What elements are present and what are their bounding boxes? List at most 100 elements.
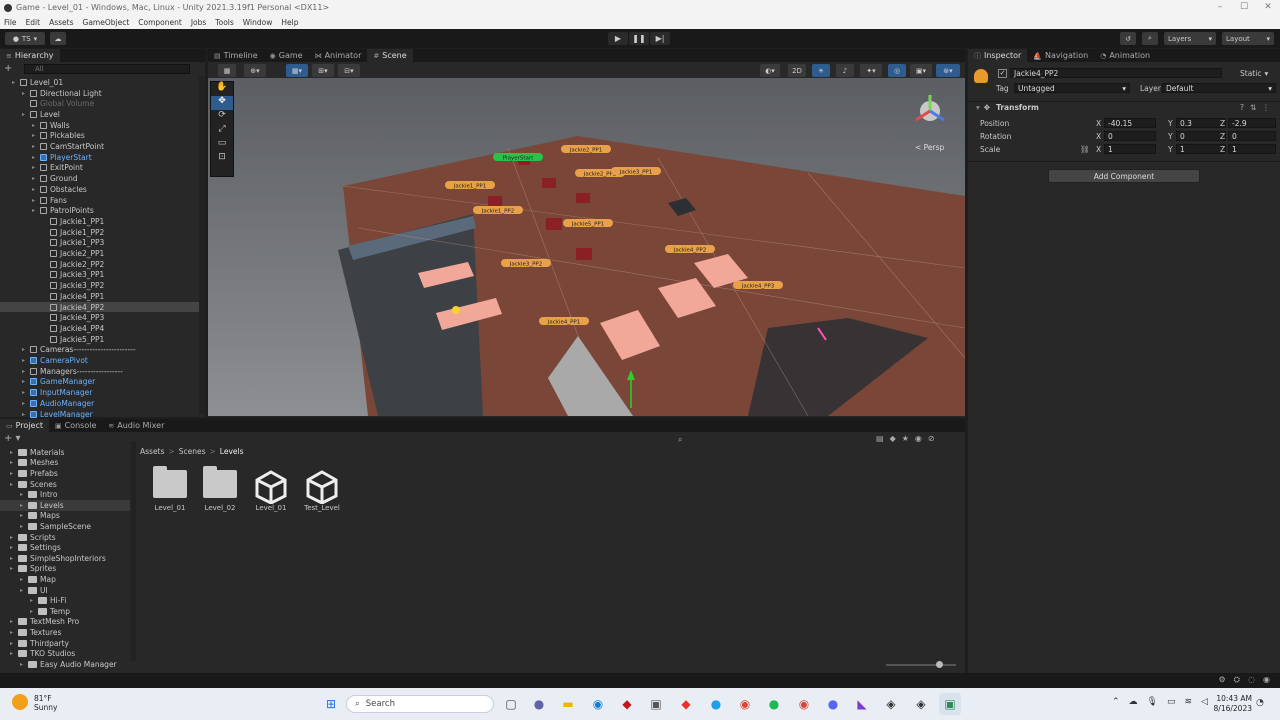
expand-arrow-icon[interactable]: ▸ <box>20 512 28 519</box>
hierarchy-item[interactable]: ▸ AudioManager <box>22 398 94 409</box>
weather-widget[interactable]: 81°F Sunny <box>34 694 57 712</box>
project-folder-item[interactable]: ▸ TextMesh Pro <box>10 617 79 628</box>
asset-level01-scene[interactable]: Level_01 <box>246 470 296 512</box>
asset-level01-folder[interactable]: Level_01 <box>145 466 195 512</box>
hierarchy-item[interactable]: ▸ Managers----------------- <box>22 366 123 377</box>
camera-icon[interactable]: ▣▾ <box>910 64 932 77</box>
expand-arrow-icon[interactable]: ▸ <box>10 629 18 636</box>
notification-icon[interactable]: ◉ <box>1263 675 1270 685</box>
expand-arrow-icon[interactable]: ▸ <box>22 346 30 353</box>
expand-arrow-icon[interactable]: ▸ <box>10 534 18 541</box>
project-folder-item[interactable]: ▸ Sprites <box>10 564 56 575</box>
layer-dropdown[interactable]: Default ▾ <box>1162 83 1276 93</box>
draw-mode-icon[interactable]: ◐▾ <box>760 64 780 77</box>
project-folder-item[interactable]: ▸ Prefabs <box>10 468 58 479</box>
hierarchy-item[interactable]: ▸ Pickables <box>32 131 85 142</box>
hierarchy-scrollbar[interactable] <box>199 76 205 414</box>
account-button[interactable]: ● TS ▾ <box>5 32 45 45</box>
project-folder-item[interactable]: ▸ Intro <box>20 489 57 500</box>
expand-arrow-icon[interactable]: ▸ <box>10 470 18 477</box>
hierarchy-item[interactable]: Jackie1_PP1 <box>42 216 104 227</box>
unity-icon[interactable]: ◈ <box>910 693 932 715</box>
scene-label[interactable]: Jackie1_PP2 <box>473 206 523 215</box>
expand-arrow-icon[interactable]: ▸ <box>20 523 28 530</box>
preset-icon[interactable]: ⇅ <box>1250 103 1256 112</box>
tab-hierarchy[interactable]: ≡ Hierarchy <box>0 49 60 62</box>
unity-hub-icon[interactable]: ◈ <box>880 693 902 715</box>
minimize-icon[interactable]: – <box>1208 0 1232 15</box>
breadcrumb-scenes[interactable]: Scenes <box>179 447 206 456</box>
hierarchy-item[interactable]: ▸ Fans <box>32 195 67 206</box>
expand-arrow-icon[interactable]: ▸ <box>10 481 18 488</box>
expand-arrow-icon[interactable]: ▸ <box>22 378 30 385</box>
hierarchy-item[interactable]: Jackie4_PP2 <box>42 302 104 313</box>
menu-file[interactable]: File <box>4 18 17 27</box>
2d-toggle[interactable]: 2D <box>788 64 806 77</box>
clock[interactable]: 10:43 AM 8/16/2023 <box>1212 694 1252 714</box>
menu-jobs[interactable]: Jobs <box>191 18 206 27</box>
project-folder-item[interactable]: ▸ Settings <box>10 542 61 553</box>
scene-label[interactable]: Jackie3_PP1 <box>611 167 661 176</box>
scene-label[interactable]: Jackie4_PP1 <box>539 317 589 326</box>
more-icon[interactable]: ⋮ <box>1262 103 1270 112</box>
favorite-icon[interactable]: ★ <box>902 434 909 443</box>
expand-arrow-icon[interactable]: ▸ <box>20 576 28 583</box>
hierarchy-item[interactable]: ▸ LevelManager <box>22 409 93 420</box>
project-folder-item[interactable]: ▸ Maps <box>20 511 60 522</box>
file-explorer-icon[interactable]: ▬ <box>557 693 579 715</box>
tab-animation[interactable]: ◔ Animation <box>1094 49 1156 62</box>
gizmos-icon[interactable]: ⊛▾ <box>936 64 960 77</box>
app2-icon[interactable]: ● <box>705 693 727 715</box>
expand-arrow-icon[interactable]: ▸ <box>32 175 40 182</box>
hierarchy-item[interactable]: ▸ Directional Light <box>22 88 102 99</box>
scene-label[interactable]: Jackie1_PP1 <box>445 181 495 190</box>
position-x-field[interactable]: -40.15 <box>1104 118 1156 128</box>
filter-type-icon[interactable]: ▤ <box>876 434 884 443</box>
active-checkbox[interactable]: ✓ <box>998 69 1007 78</box>
position-y-field[interactable]: 0.3 <box>1176 118 1226 128</box>
scene-label[interactable]: PlayerStart <box>493 153 543 162</box>
search-icon[interactable]: ⌕ <box>1142 32 1158 45</box>
expand-arrow-icon[interactable]: ▸ <box>10 565 18 572</box>
lighting-icon[interactable]: ☀ <box>812 64 830 77</box>
hierarchy-item[interactable]: ▸ Level_01 <box>12 77 63 88</box>
bug-icon[interactable]: ⚙ <box>1218 675 1225 685</box>
project-folder-item[interactable]: ▸ TKO Studios <box>10 648 75 659</box>
expand-arrow-icon[interactable]: ▸ <box>32 132 40 139</box>
scale-y-field[interactable]: 1 <box>1176 144 1226 154</box>
tab-animator[interactable]: ⋈ Animator <box>309 49 368 62</box>
store-icon[interactable]: ▣ <box>645 693 667 715</box>
expand-arrow-icon[interactable]: ▸ <box>10 650 18 657</box>
snap-icon[interactable]: ⊞▾ <box>312 64 334 77</box>
tab-project[interactable]: ▭ Project <box>0 419 49 432</box>
hierarchy-item[interactable]: Jackie4_PP4 <box>42 323 104 334</box>
expand-arrow-icon[interactable]: ▸ <box>32 197 40 204</box>
scene-label[interactable]: Jackie4_PP3 <box>733 281 783 290</box>
tab-timeline[interactable]: ▤ Timeline <box>208 49 264 62</box>
add-icon[interactable]: + <box>4 64 14 74</box>
scene-label[interactable]: Jackie4_PP2 <box>665 245 715 254</box>
expand-arrow-icon[interactable]: ▸ <box>32 186 40 193</box>
hierarchy-item[interactable]: Jackie4_PP3 <box>42 312 104 323</box>
expand-arrow-icon[interactable]: ▸ <box>22 400 30 407</box>
icon-size-slider-handle[interactable] <box>936 661 943 668</box>
expand-arrow-icon[interactable]: ▸ <box>30 597 38 604</box>
expand-arrow-icon[interactable]: ▸ <box>32 164 40 171</box>
spotify-icon[interactable]: ● <box>763 693 785 715</box>
rotation-x-field[interactable]: 0 <box>1104 131 1156 141</box>
hierarchy-item[interactable]: ▸ Walls <box>32 120 70 131</box>
tab-inspector[interactable]: ⓘ Inspector <box>968 49 1028 62</box>
hand-icon[interactable]: ✋ <box>211 82 233 96</box>
close-icon[interactable]: ✕ <box>1256 0 1280 15</box>
project-folder-item[interactable]: ▸ Levels <box>20 500 64 511</box>
expand-arrow-icon[interactable]: ▸ <box>32 154 40 161</box>
project-folder-item[interactable]: ▸ Meshes <box>10 458 58 469</box>
rotation-y-field[interactable]: 0 <box>1176 131 1226 141</box>
history-icon[interactable]: ↺ <box>1120 32 1136 45</box>
position-z-field[interactable]: -2.9 <box>1228 118 1276 128</box>
help-icon[interactable]: ? <box>1240 103 1244 112</box>
hierarchy-item[interactable]: ▸ GameManager <box>22 377 95 388</box>
menu-help[interactable]: Help <box>281 18 298 27</box>
maximize-icon[interactable]: ☐ <box>1232 0 1256 15</box>
tab-navigation[interactable]: ⛵ Navigation <box>1027 49 1094 62</box>
